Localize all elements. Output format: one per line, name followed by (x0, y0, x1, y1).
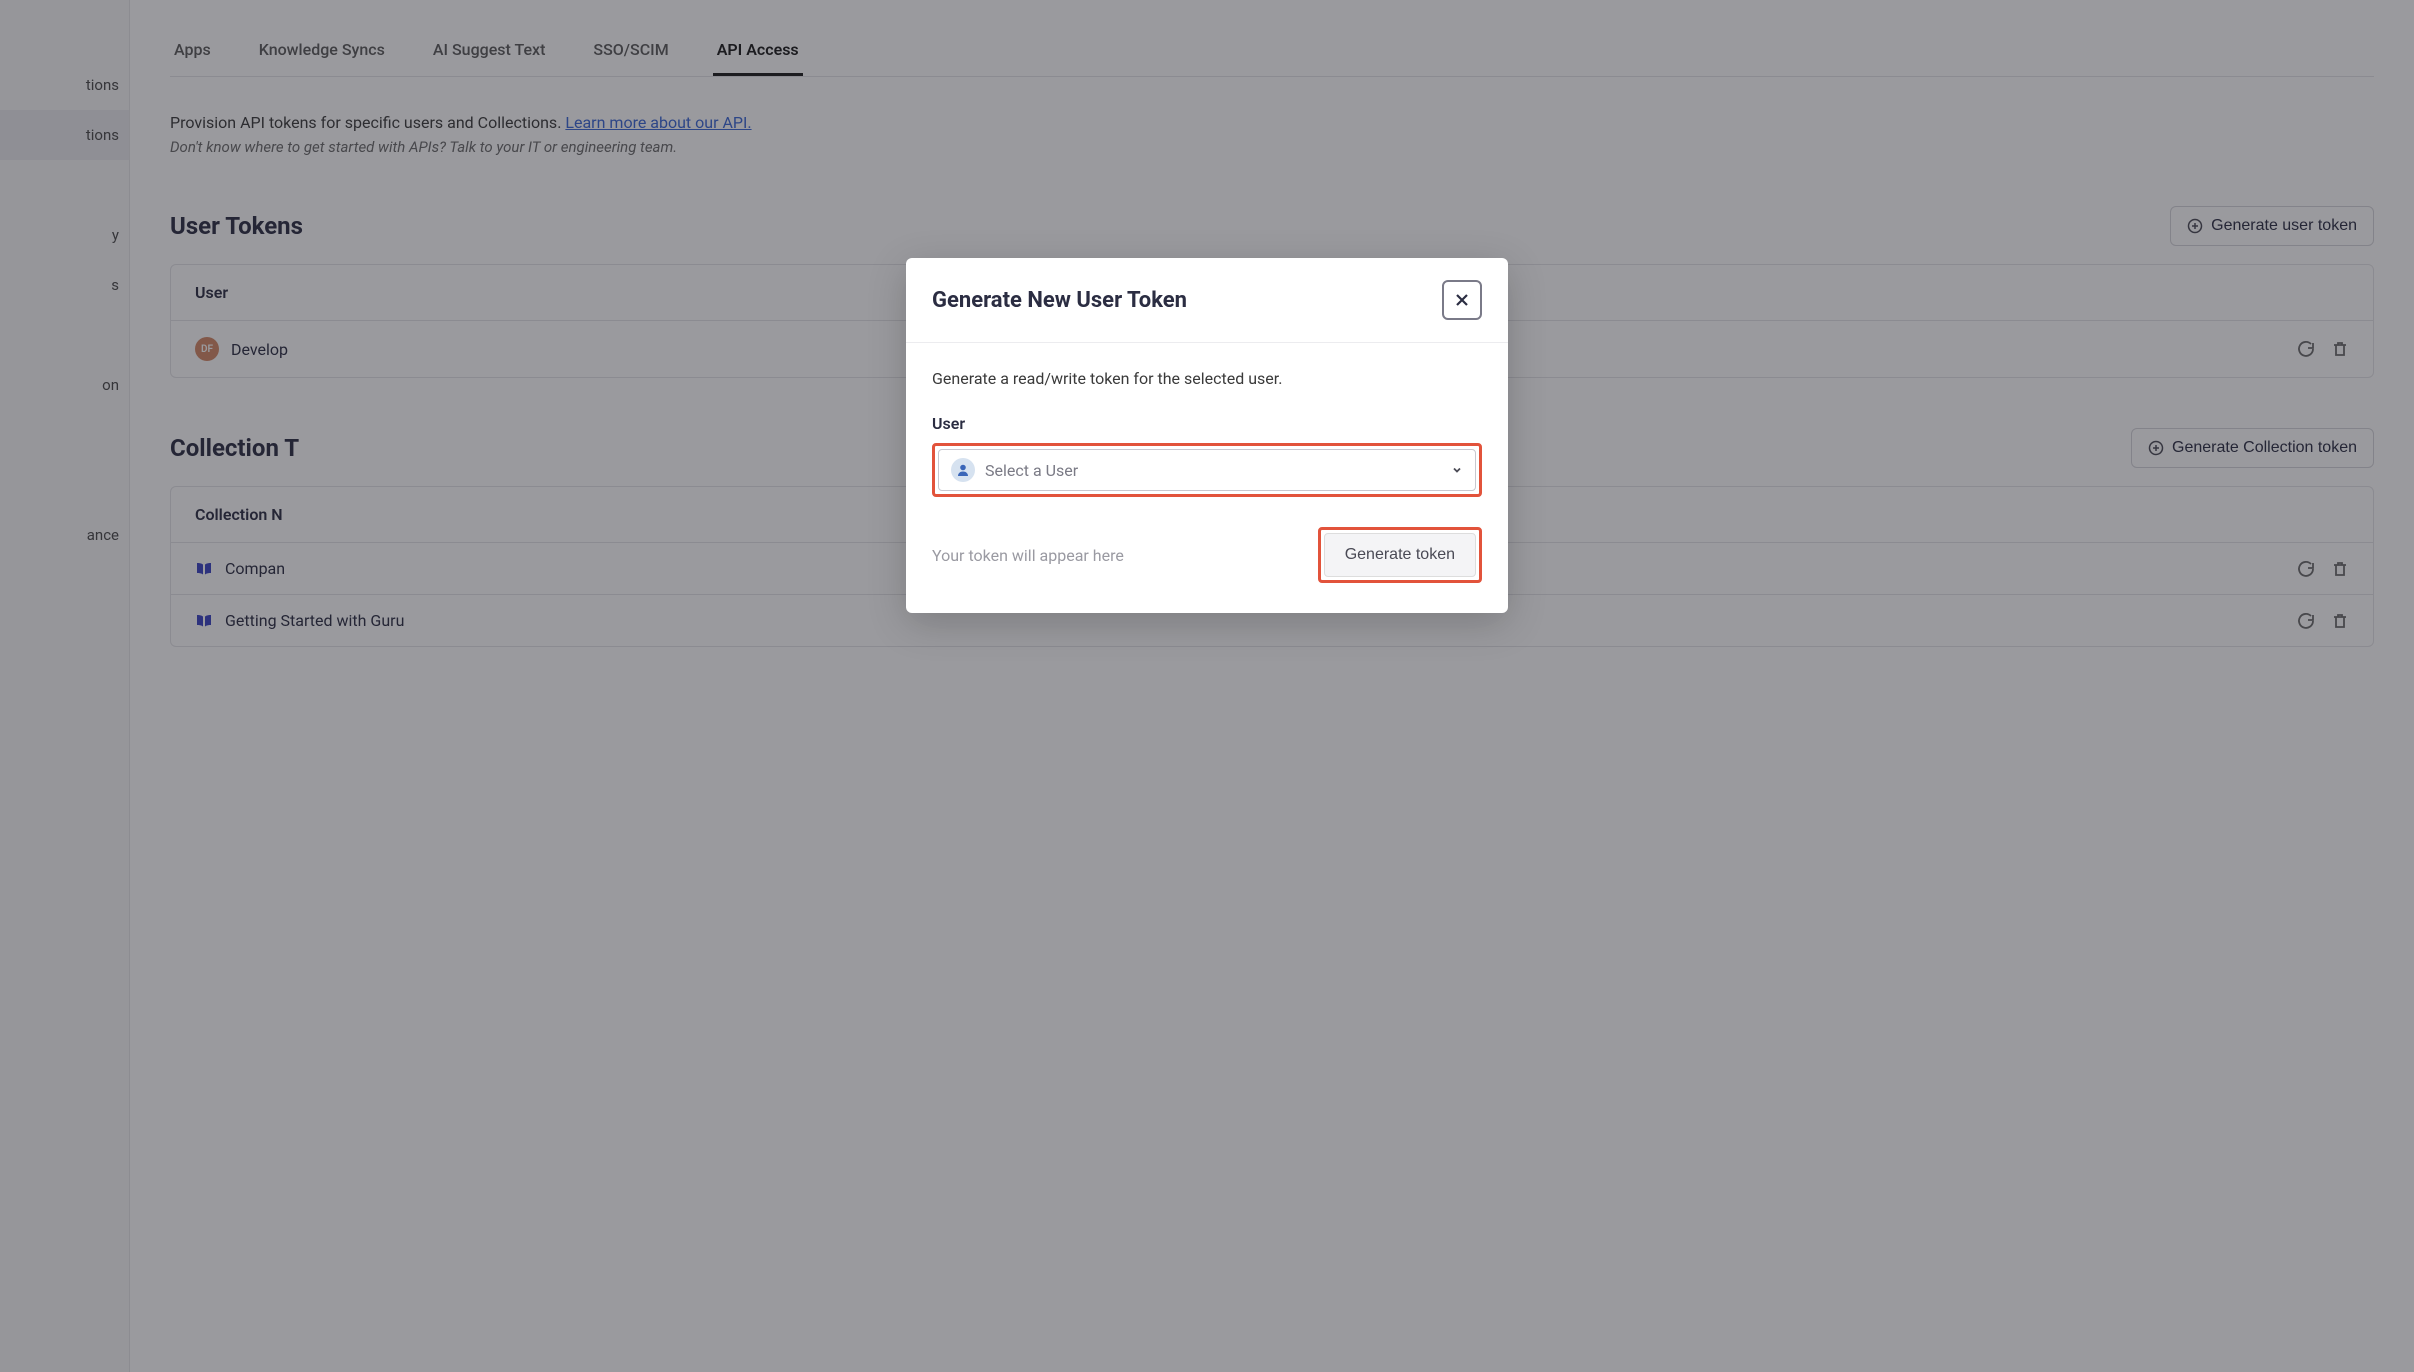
user-icon (951, 458, 975, 482)
user-select-highlight: Select a User (932, 443, 1482, 497)
modal-title: Generate New User Token (932, 288, 1187, 313)
select-placeholder: Select a User (985, 461, 1078, 480)
chevron-down-icon (1451, 464, 1463, 476)
modal-description: Generate a read/write token for the sele… (932, 369, 1482, 388)
generate-token-highlight: Generate token (1318, 527, 1482, 583)
user-field-label: User (932, 414, 1482, 433)
generate-token-button[interactable]: Generate token (1324, 533, 1476, 577)
close-icon (1453, 291, 1471, 309)
close-button[interactable] (1442, 280, 1482, 320)
generate-user-token-modal: Generate New User Token Generate a read/… (906, 258, 1508, 613)
token-placeholder: Your token will appear here (932, 546, 1124, 565)
modal-overlay[interactable]: Generate New User Token Generate a read/… (0, 0, 2414, 1372)
user-select[interactable]: Select a User (938, 449, 1476, 491)
